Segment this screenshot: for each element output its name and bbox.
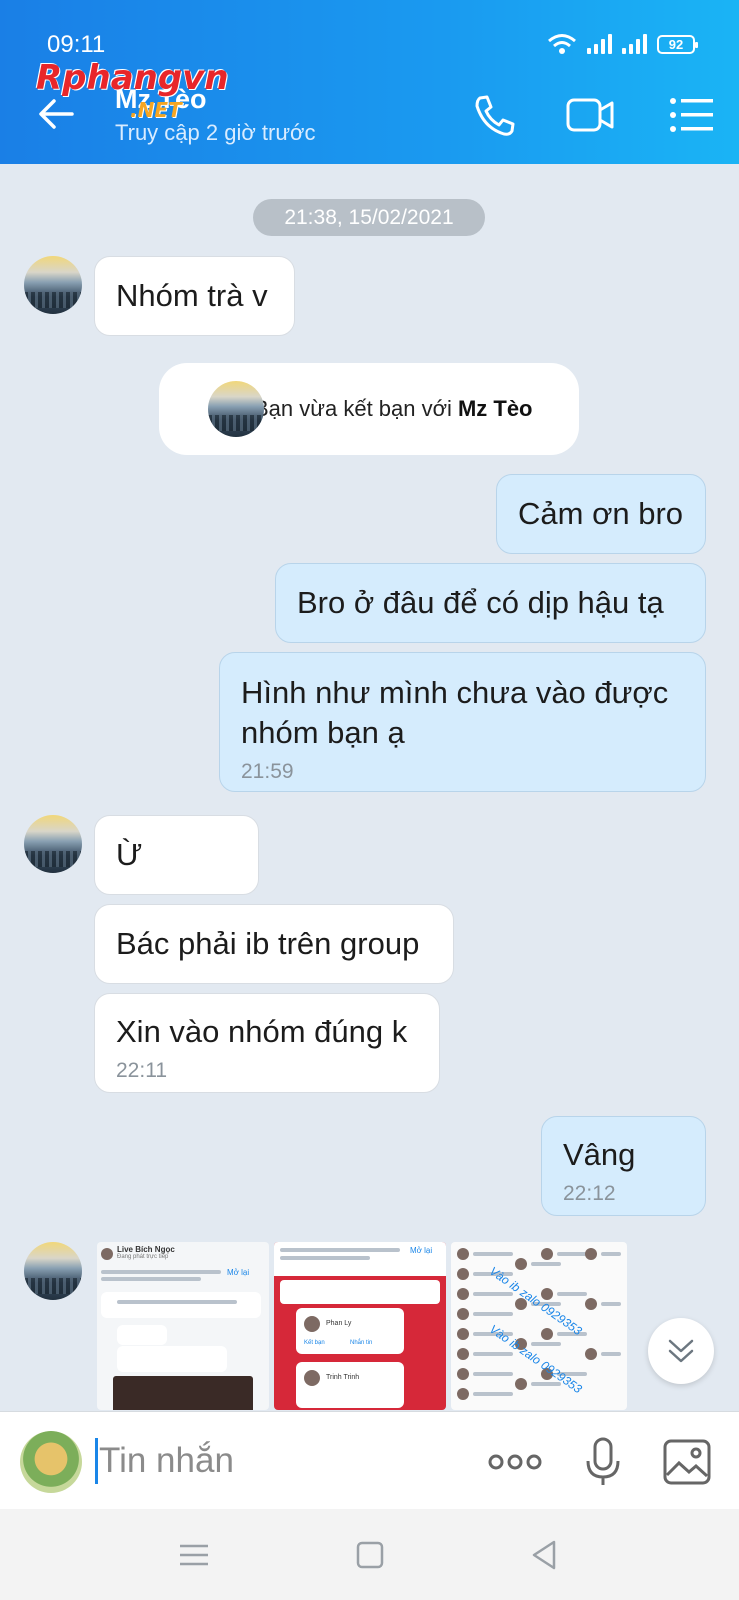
image-tile[interactable]: Live Bích Ngọc Đang phát trực tiếp Mở lạ… <box>97 1242 269 1410</box>
tile-name: Trinh Trinh <box>326 1374 360 1381</box>
contact-avatar[interactable] <box>24 256 82 314</box>
message-time: 22:11 <box>116 1059 167 1082</box>
message-bubble-in[interactable]: Nhóm trà v <box>94 256 295 336</box>
message-time: 22:12 <box>563 1182 616 1205</box>
image-gallery-icon[interactable] <box>662 1437 712 1487</box>
battery-icon: 92 <box>657 34 698 54</box>
message-bubble-in[interactable]: Xin vào nhóm đúng k 22:11 <box>94 993 440 1093</box>
message-text: Vâng <box>563 1137 636 1172</box>
watermark-logo-sub: .NET <box>130 98 182 122</box>
message-input[interactable] <box>99 1436 399 1486</box>
signal-icon <box>587 34 612 54</box>
notice-contact-name: Mz Tèo <box>457 396 533 421</box>
double-chevron-down-icon <box>668 1339 694 1363</box>
message-time: 21:59 <box>241 760 294 783</box>
menu-list-icon[interactable] <box>667 92 717 138</box>
message-text: Bác phải ib trên group <box>116 926 420 961</box>
message-bubble-out[interactable]: Hình như mình chưa vào được nhóm bạn ạ 2… <box>219 652 706 792</box>
tile-status: Đang phát trực tiếp <box>117 1254 169 1260</box>
signal-icon-2 <box>622 34 647 54</box>
message-bubble-in[interactable]: Ừ <box>94 815 259 895</box>
date-separator: 21:38, 15/02/2021 <box>253 199 485 236</box>
message-bubble-out[interactable]: Vâng 22:12 <box>541 1116 706 1216</box>
contact-avatar[interactable] <box>24 1242 82 1300</box>
last-seen: Truy cập 2 giờ trước <box>115 120 316 145</box>
wifi-icon <box>548 34 576 54</box>
message-text: Ừ <box>116 837 143 872</box>
image-tile[interactable]: Mở lại Phan Ly Kết bạn Nhắn tin Trinh Tr… <box>274 1242 446 1410</box>
tile-name: Phan Ly <box>326 1320 352 1327</box>
recent-apps-icon[interactable] <box>176 1537 212 1573</box>
friend-added-notice: Bạn vừa kết bạn với Mz Tèo <box>159 363 579 455</box>
status-icons: 92 <box>547 33 698 55</box>
message-bubble-out[interactable]: Bro ở đâu để có dịp hậu tạ <box>275 563 706 643</box>
notice-avatar[interactable] <box>208 381 264 437</box>
more-options-icon[interactable] <box>487 1437 543 1487</box>
message-bubble-in[interactable]: Bác phải ib trên group <box>94 904 454 984</box>
notice-text: Bạn vừa kết bạn với <box>254 396 452 421</box>
message-text: Bro ở đâu để có dịp hậu tạ <box>297 585 664 620</box>
scroll-to-bottom-button[interactable] <box>648 1318 714 1384</box>
message-bubble-out[interactable]: Cảm ơn bro <box>496 474 706 554</box>
phone-call-icon[interactable] <box>470 92 520 138</box>
status-time: 09:11 <box>47 31 106 58</box>
tile-action: Mở lại <box>227 1268 250 1277</box>
message-text: Nhóm trà v <box>116 278 268 313</box>
message-text: Hình như mình chưa vào được nhóm bạn ạ <box>241 675 669 750</box>
contact-avatar[interactable] <box>24 815 82 873</box>
video-call-icon[interactable] <box>565 92 615 138</box>
tile-btn: Nhắn tin <box>350 1340 373 1346</box>
tile-action: Mở lại <box>410 1246 433 1255</box>
image-tile[interactable]: Vào ib zalo 0929353 Vào ib zalo 0929353 <box>451 1242 627 1410</box>
tile-title: Live Bích Ngọc <box>117 1245 175 1254</box>
sticker-icon[interactable] <box>20 1431 82 1493</box>
message-composer <box>0 1411 739 1509</box>
message-text: Xin vào nhóm đúng k <box>116 1014 408 1049</box>
microphone-icon[interactable] <box>583 1437 623 1487</box>
back-nav-icon[interactable] <box>526 1537 562 1573</box>
chat-header: 09:11 92 Mz Tèo Truy cập 2 giờ trước Rph… <box>0 0 739 164</box>
text-cursor <box>95 1438 98 1484</box>
home-icon[interactable] <box>352 1537 388 1573</box>
watermark-logo: Rphangvn <box>36 58 229 98</box>
back-arrow-icon[interactable] <box>36 94 76 134</box>
system-nav-bar <box>0 1509 739 1600</box>
message-text: Cảm ơn bro <box>518 496 684 531</box>
tile-btn: Kết bạn <box>304 1340 325 1346</box>
